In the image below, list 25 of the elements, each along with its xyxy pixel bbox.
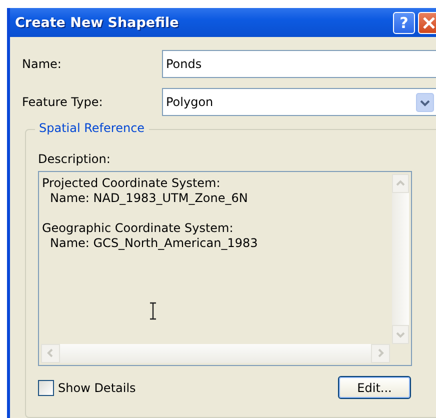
close-icon [422, 16, 436, 30]
name-field[interactable]: Ponds [162, 50, 436, 78]
description-heading: Projected Coordinate System: [42, 176, 220, 191]
help-button[interactable]: ? [393, 12, 415, 34]
description-label: Description: [38, 152, 112, 166]
vertical-scrollbar[interactable] [392, 174, 409, 344]
description-box[interactable]: Projected Coordinate System: Name: NAD_1983_UTM_Zone_6N Geographic Coordinate System: Name: GCS_North_American_1983 [38, 171, 412, 366]
close-button[interactable] [418, 12, 436, 34]
scroll-down-icon[interactable] [392, 325, 409, 344]
horizontal-scrollbar[interactable] [41, 344, 390, 363]
group-legend: Spatial Reference [35, 121, 149, 135]
feature-type-dropdown[interactable]: Polygon [162, 88, 436, 116]
feature-type-label: Feature Type: [22, 95, 104, 109]
show-details-label: Show Details [58, 380, 136, 394]
description-heading: Geographic Coordinate System: [42, 221, 234, 236]
scroll-left-icon[interactable] [41, 344, 60, 363]
edit-button[interactable]: Edit... [338, 376, 411, 399]
description-name-line: Name: GCS_North_American_1983 [49, 236, 258, 251]
show-details-checkbox[interactable] [38, 380, 54, 396]
text-cursor-icon [149, 302, 157, 320]
name-label: Name: [22, 57, 62, 71]
description-name-line: Name: NAD_1983_UTM_Zone_6N [49, 191, 248, 206]
scroll-up-icon[interactable] [392, 174, 409, 193]
window-title: Create New Shapefile [15, 14, 180, 30]
scroll-right-icon[interactable] [371, 344, 390, 363]
